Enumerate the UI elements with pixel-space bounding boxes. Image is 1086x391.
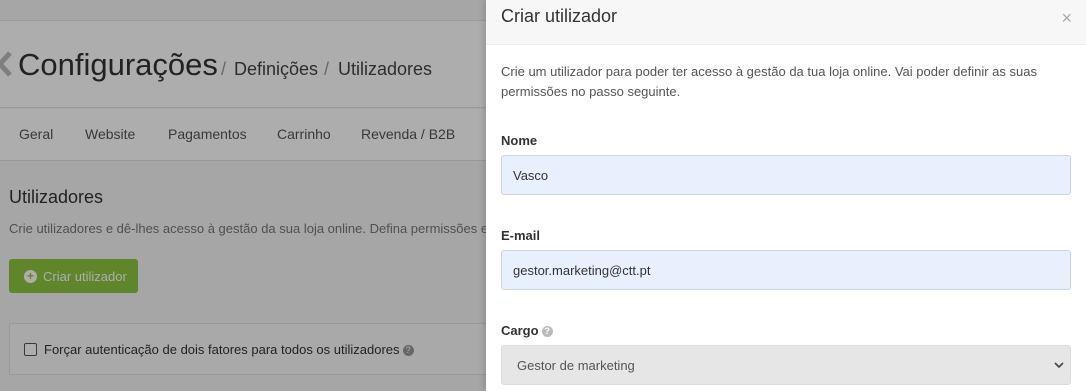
modal-backdrop[interactable] <box>0 0 486 391</box>
close-icon[interactable]: × <box>1061 8 1072 29</box>
help-icon[interactable]: ? <box>541 326 553 338</box>
role-label-text: Cargo <box>501 323 539 338</box>
create-user-modal: Criar utilizador × Crie um utilizador pa… <box>486 0 1086 391</box>
modal-intro-text: Crie um utilizador para poder ter acesso… <box>501 64 1037 99</box>
email-label: E-mail <box>501 228 541 243</box>
chevron-down-icon <box>1054 362 1064 369</box>
modal-header: Criar utilizador × <box>486 0 1086 45</box>
name-label: Nome <box>501 133 538 148</box>
email-field[interactable] <box>501 250 1071 290</box>
role-select-value: Gestor de marketing <box>517 357 635 373</box>
modal-title: Criar utilizador <box>501 6 618 26</box>
name-field[interactable] <box>501 155 1071 195</box>
role-label: Cargo? <box>501 323 553 338</box>
role-select[interactable]: Gestor de marketing <box>501 345 1071 385</box>
